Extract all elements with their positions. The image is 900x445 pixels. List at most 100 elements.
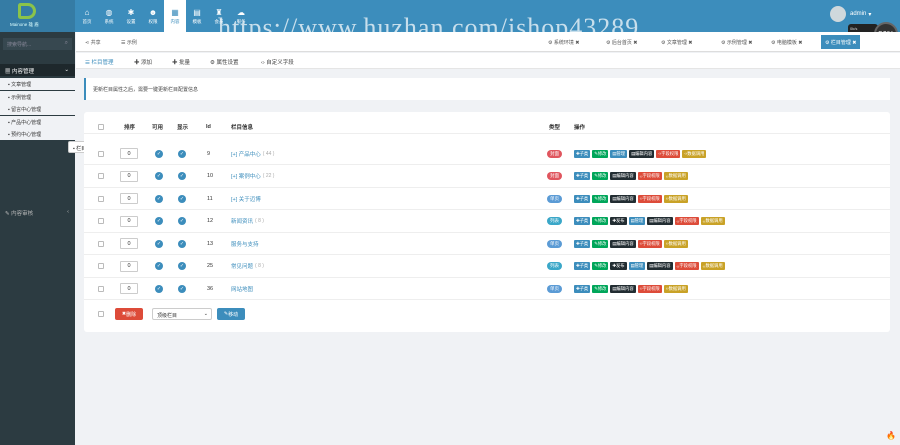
op-button[interactable]: ✎ 修改: [592, 262, 609, 270]
op-button[interactable]: ▤ 编辑内容: [629, 149, 655, 158]
op-button[interactable]: ‹› 数据调用: [663, 239, 688, 248]
close-icon[interactable]: ✖: [632, 40, 637, 46]
nav-item-5[interactable]: ▤ 模板: [186, 0, 208, 32]
close-icon[interactable]: ✖: [797, 40, 802, 46]
check-circle-icon[interactable]: ✓: [155, 149, 163, 158]
row-checkbox[interactable]: [98, 173, 104, 179]
op-button[interactable]: ✎ 修改: [592, 149, 609, 158]
custom-field-button[interactable]: ‹› 自定义字段: [261, 58, 294, 66]
category-name-link[interactable]: 常见问题: [231, 262, 253, 270]
op-button[interactable]: ‹› 字段权限: [656, 149, 681, 158]
add-button[interactable]: ✚ 添加: [134, 58, 152, 66]
op-button[interactable]: ✚ 子类: [574, 172, 591, 180]
check-circle-icon[interactable]: ✓: [178, 284, 186, 293]
op-button[interactable]: ✚ 子类: [574, 239, 591, 248]
sidebar-item-2[interactable]: ▪ 留言中心管理: [0, 103, 75, 115]
sort-input[interactable]: 0: [120, 193, 138, 204]
tab-4[interactable]: ⚙ 电脑模板 ✖: [771, 39, 802, 46]
op-button[interactable]: ‹› 数据调用: [700, 217, 725, 225]
share-button[interactable]: ⋖ 共享: [85, 39, 101, 46]
op-button[interactable]: ‹› 字段权限: [674, 262, 699, 270]
check-circle-icon[interactable]: ✓: [178, 262, 186, 270]
op-button[interactable]: ▤ 管理: [628, 262, 646, 270]
row-checkbox[interactable]: [98, 263, 104, 269]
category-name-link[interactable]: 网站地图: [231, 285, 253, 293]
op-button[interactable]: ‹› 数据调用: [682, 149, 707, 158]
nav-item-1[interactable]: ◍ 系统: [98, 0, 120, 32]
op-button[interactable]: ‹› 数据调用: [663, 194, 688, 203]
op-button[interactable]: ‹› 字段权限: [637, 284, 662, 293]
sidebar-item-4[interactable]: ▪ 预约中心管理: [0, 128, 75, 140]
op-button[interactable]: ‹› 字段权限: [674, 217, 699, 225]
select-all-checkbox[interactable]: [98, 124, 104, 130]
op-button[interactable]: ✎ 修改: [592, 194, 609, 203]
check-circle-icon[interactable]: ✓: [178, 217, 186, 225]
sidebar-search-input[interactable]: 搜索导航... ⌕: [3, 38, 72, 50]
tab-2[interactable]: ⚙ 文章管理 ✖: [661, 39, 692, 46]
close-icon[interactable]: ✖: [851, 40, 856, 46]
op-button[interactable]: ‹› 字段权限: [637, 239, 662, 248]
logo[interactable]: Mainone 雄 盾: [0, 0, 75, 32]
sort-input[interactable]: 0: [120, 215, 138, 227]
op-button[interactable]: ✎ 修改: [592, 239, 609, 248]
op-button[interactable]: ▤ 管理: [610, 149, 628, 158]
check-circle-icon[interactable]: ✓: [155, 194, 163, 203]
tab-1[interactable]: ⚙ 后台首页 ✖: [606, 39, 637, 46]
sidebar-item-0[interactable]: ▪ 文章管理: [0, 78, 75, 90]
tab-0[interactable]: ⚙ 系统环境 ✖: [548, 39, 579, 46]
category-name-link[interactable]: [+] 关于迈博: [231, 195, 261, 203]
row-checkbox[interactable]: [98, 218, 104, 224]
op-button[interactable]: ▤ 编辑内容: [610, 284, 636, 293]
category-name-link[interactable]: 服务与支持: [231, 240, 259, 248]
parent-category-select[interactable]: 顶级栏目 ⌄: [152, 308, 212, 320]
op-button[interactable]: ‹› 字段权限: [637, 194, 662, 203]
op-button[interactable]: ✎ 修改: [592, 217, 609, 225]
op-button[interactable]: ✚ 子类: [574, 262, 591, 270]
check-circle-icon[interactable]: ✓: [178, 239, 186, 248]
op-button[interactable]: ✚ 子类: [574, 284, 591, 293]
close-icon[interactable]: ✖: [687, 40, 692, 46]
tab-5[interactable]: ⚙ 栏目管理 ✖: [821, 35, 861, 49]
op-button[interactable]: ▤ 编辑内容: [610, 172, 636, 180]
op-button[interactable]: ✎ 修改: [592, 284, 609, 293]
sidebar-group-review[interactable]: ✎ 内容审核 ‹: [0, 206, 75, 218]
op-button[interactable]: ✚ 子类: [574, 194, 591, 203]
nav-item-0[interactable]: ⌂ 首页: [76, 0, 98, 32]
nav-item-4[interactable]: ▦ 内容: [164, 0, 186, 32]
sort-input[interactable]: 0: [120, 260, 138, 272]
category-name-link[interactable]: [+] 产品中心: [231, 150, 261, 158]
check-circle-icon[interactable]: ✓: [155, 172, 163, 180]
search-icon[interactable]: ⌕: [65, 40, 68, 47]
delete-button[interactable]: ✖ 删除: [115, 308, 143, 320]
op-button[interactable]: ▤ 编辑内容: [647, 217, 673, 225]
op-button[interactable]: ‹› 数据调用: [700, 262, 725, 270]
check-circle-icon[interactable]: ✓: [178, 194, 186, 203]
example-button[interactable]: ☰ 示例: [121, 39, 137, 46]
close-icon[interactable]: ✖: [747, 40, 752, 46]
row-checkbox[interactable]: [98, 150, 104, 157]
sidebar-item-1[interactable]: ▪ 示例管理: [0, 90, 75, 103]
row-checkbox[interactable]: [98, 240, 104, 247]
row-checkbox[interactable]: [98, 285, 104, 292]
nav-item-3[interactable]: ☻ 权限: [142, 0, 164, 32]
op-button[interactable]: ‹› 数据调用: [663, 172, 688, 180]
category-manage-tab[interactable]: ☰ 栏目管理: [85, 58, 113, 66]
close-icon[interactable]: ✖: [574, 40, 579, 46]
row-checkbox[interactable]: [98, 195, 104, 202]
check-circle-icon[interactable]: ✓: [178, 172, 186, 180]
sidebar-item-3[interactable]: ▪ 产品中心管理: [0, 115, 75, 128]
op-button[interactable]: ▤ 编辑内容: [647, 262, 673, 270]
check-circle-icon[interactable]: ✓: [155, 239, 163, 248]
op-button[interactable]: ✚ 子类: [574, 149, 591, 158]
sidebar-group-content[interactable]: ▦ 内容管理 ⌄: [0, 64, 75, 76]
nav-item-2[interactable]: ✱ 设置: [120, 0, 142, 32]
category-name-link[interactable]: 新闻资讯: [231, 217, 253, 225]
footer-checkbox[interactable]: [98, 311, 104, 317]
tab-3[interactable]: ⚙ 示例管理 ✖: [721, 39, 752, 46]
user-menu[interactable]: admin ▾: [830, 6, 871, 22]
batch-button[interactable]: ✚ 批量: [172, 58, 190, 66]
sort-input[interactable]: 0: [120, 238, 138, 249]
op-button[interactable]: ✚ 发布: [610, 262, 627, 270]
check-circle-icon[interactable]: ✓: [178, 149, 186, 158]
category-name-link[interactable]: [+] 案例中心: [231, 172, 261, 180]
